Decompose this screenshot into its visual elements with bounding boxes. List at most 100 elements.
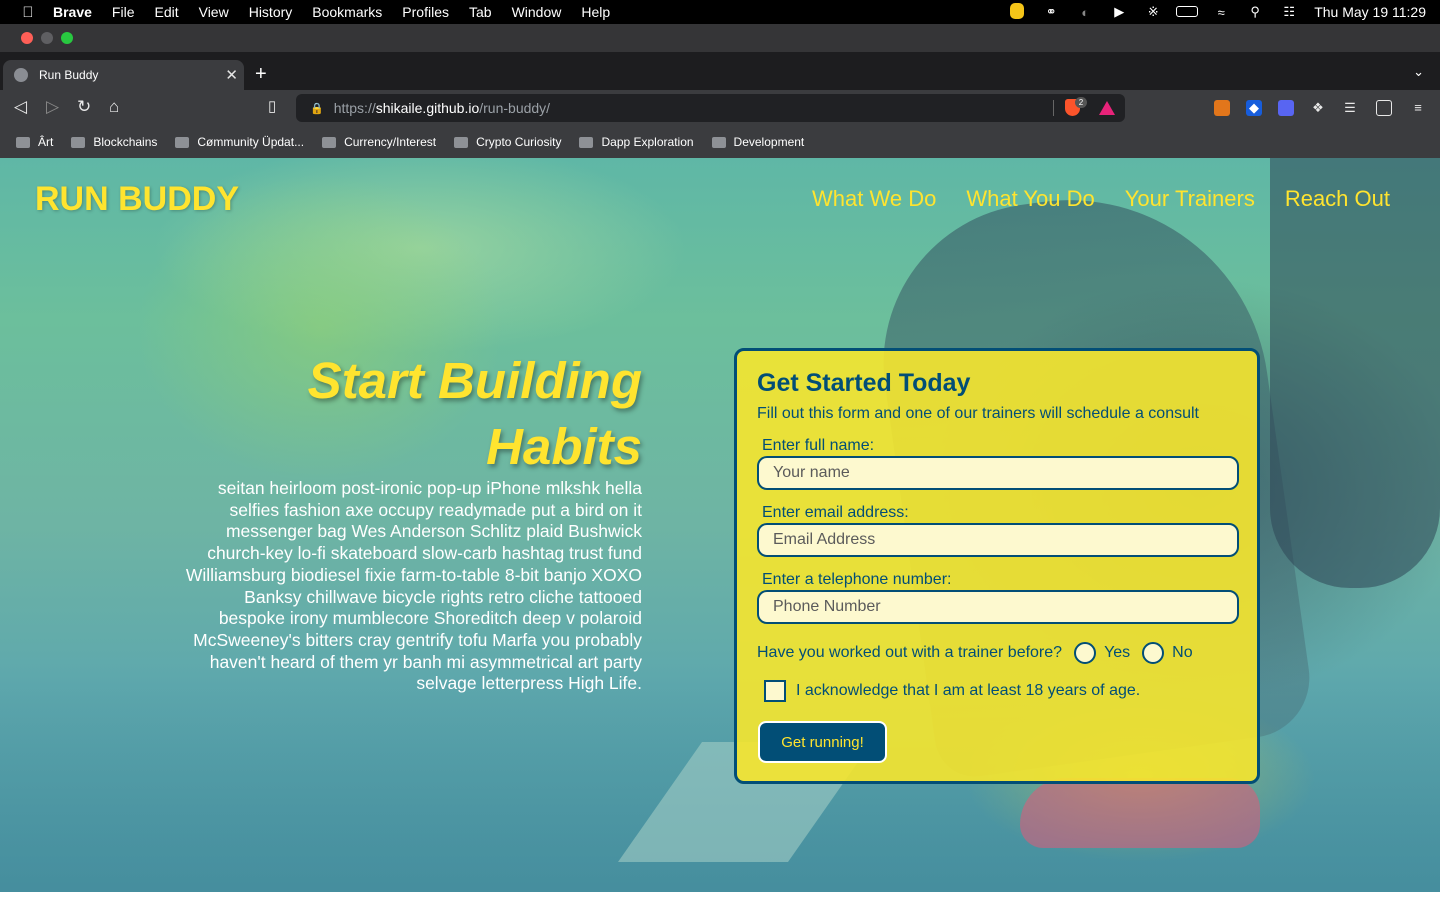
nav-your-trainers[interactable]: Your Trainers bbox=[1125, 186, 1255, 212]
bookmark-label: Ârt bbox=[38, 135, 54, 149]
playlist-icon[interactable]: ☰ bbox=[1342, 100, 1358, 116]
trainer-question: Have you worked out with a trainer befor… bbox=[757, 642, 1193, 664]
bookmark-folder[interactable]: Dapp Exploration bbox=[579, 135, 694, 149]
url-scheme: https:// bbox=[333, 100, 376, 116]
menu-profiles[interactable]: Profiles bbox=[402, 4, 449, 20]
extension-icon[interactable] bbox=[1278, 100, 1294, 116]
home-icon[interactable]: ⌂ bbox=[109, 97, 119, 117]
age-acknowledgement: I acknowledge that I am at least 18 year… bbox=[764, 680, 1140, 702]
trainer-yes-option[interactable]: Yes bbox=[1074, 642, 1130, 664]
menu-bookmarks[interactable]: Bookmarks bbox=[312, 4, 382, 20]
signup-form: Get Started Today Fill out this form and… bbox=[734, 348, 1260, 784]
bookmark-folder[interactable]: Ârt bbox=[16, 135, 53, 149]
bookmark-folder[interactable]: Cømmunity Üpdat... bbox=[175, 135, 304, 149]
bluetooth-icon[interactable]: ※ bbox=[1136, 4, 1170, 20]
folder-icon bbox=[579, 136, 594, 148]
no-radio[interactable] bbox=[1142, 642, 1165, 664]
shield-count-badge: 2 bbox=[1075, 97, 1087, 108]
menu-edit[interactable]: Edit bbox=[154, 4, 178, 20]
hero-text: seitan heirloom post-ironic pop-up iPhon… bbox=[185, 478, 642, 694]
bookmark-icon[interactable]: ▯ bbox=[268, 97, 276, 115]
bookmark-folder[interactable]: Development bbox=[711, 135, 805, 149]
wallet-icon[interactable] bbox=[1376, 100, 1392, 116]
submit-button[interactable]: Get running! bbox=[758, 721, 887, 763]
phone-label: Enter a telephone number: bbox=[762, 571, 952, 588]
battery-icon[interactable] bbox=[1170, 5, 1204, 20]
menu-tab[interactable]: Tab bbox=[469, 4, 492, 20]
name-input[interactable] bbox=[757, 456, 1239, 490]
lock-icon[interactable]: 🔒 bbox=[310, 102, 324, 115]
folder-icon bbox=[16, 136, 30, 148]
forward-icon[interactable]: ▷ bbox=[46, 97, 59, 117]
close-window-button[interactable] bbox=[21, 32, 33, 44]
bookmarks-bar: Ârt Blockchains Cømmunity Üpdat... Curre… bbox=[0, 126, 1440, 158]
yes-radio[interactable] bbox=[1074, 642, 1097, 664]
close-tab-icon[interactable]: ✕ bbox=[225, 66, 238, 84]
bookmark-label: Development bbox=[733, 135, 805, 149]
bookmark-folder[interactable]: Crypto Curiosity bbox=[454, 135, 561, 149]
wifi-icon[interactable]: ≈ bbox=[1204, 5, 1238, 20]
menu-file[interactable]: File bbox=[112, 4, 135, 20]
brave-rewards-icon[interactable] bbox=[1099, 101, 1115, 115]
background-shoe bbox=[1020, 778, 1260, 848]
bookmark-label: Dapp Exploration bbox=[601, 135, 694, 149]
reload-icon[interactable]: ↻ bbox=[77, 97, 91, 117]
puzzle-extensions-icon[interactable]: ❖ bbox=[1310, 100, 1326, 116]
menu-view[interactable]: View bbox=[199, 4, 229, 20]
maximize-window-button[interactable] bbox=[61, 32, 73, 44]
menu-history[interactable]: History bbox=[249, 4, 293, 20]
page-bottom-edge bbox=[0, 892, 1440, 900]
bookmark-folder[interactable]: Currency/Interest bbox=[322, 135, 436, 149]
folder-icon bbox=[454, 136, 469, 148]
metamask-extension-icon[interactable] bbox=[1214, 100, 1230, 116]
spinner-icon[interactable]: ◐ bbox=[1068, 5, 1102, 20]
control-center-icon[interactable]: ☷ bbox=[1272, 4, 1306, 20]
site-logo[interactable]: RUN BUDDY bbox=[35, 180, 239, 219]
email-label: Enter email address: bbox=[762, 504, 909, 521]
address-bar[interactable]: 🔒 https://shikaile.github.io/run-buddy/ … bbox=[296, 94, 1125, 122]
trainer-no-option[interactable]: No bbox=[1142, 642, 1193, 664]
menu-app-name[interactable]: Brave bbox=[53, 4, 92, 20]
folder-icon bbox=[71, 136, 86, 148]
url-path: /run-buddy/ bbox=[479, 100, 551, 116]
name-label: Enter full name: bbox=[762, 437, 875, 454]
status-area: ⚭ ◐ ▶ ※ ≈ ⚲ ☷ Thu May 19 11:29 bbox=[1000, 0, 1426, 24]
site-nav: What We Do What You Do Your Trainers Rea… bbox=[812, 186, 1390, 212]
tab-run-buddy[interactable]: Run Buddy ✕ bbox=[3, 60, 244, 90]
bookmark-label: Crypto Curiosity bbox=[476, 135, 562, 149]
bookmark-folder[interactable]: Blockchains bbox=[71, 135, 157, 149]
nav-what-we-do[interactable]: What We Do bbox=[812, 186, 936, 212]
menu-window[interactable]: Window bbox=[512, 4, 562, 20]
nav-reach-out[interactable]: Reach Out bbox=[1285, 186, 1390, 212]
phone-input[interactable] bbox=[757, 590, 1239, 624]
nav-what-you-do[interactable]: What You Do bbox=[966, 186, 1094, 212]
bookmark-label: Currency/Interest bbox=[344, 135, 437, 149]
apple-menu-icon[interactable]:  bbox=[18, 4, 38, 21]
hero-title: Start Building Habits bbox=[307, 352, 642, 475]
minimize-window-button[interactable] bbox=[41, 32, 53, 44]
bookmark-label: Cømmunity Üpdat... bbox=[197, 135, 305, 149]
macos-menu-bar:  Brave File Edit View History Bookmarks… bbox=[0, 0, 1440, 24]
age-checkbox[interactable] bbox=[764, 680, 786, 702]
vpn-icon[interactable] bbox=[1000, 2, 1034, 22]
search-icon[interactable]: ⚲ bbox=[1238, 4, 1272, 20]
play-icon[interactable]: ▶ bbox=[1102, 4, 1136, 20]
yes-label: Yes bbox=[1104, 644, 1131, 661]
folder-icon bbox=[711, 136, 726, 148]
tab-title: Run Buddy bbox=[39, 68, 99, 82]
no-label: No bbox=[1172, 644, 1193, 661]
url-host: shikaile.github.io bbox=[375, 100, 480, 116]
email-input[interactable] bbox=[757, 523, 1239, 557]
menu-help[interactable]: Help bbox=[581, 4, 610, 20]
globe-icon bbox=[14, 68, 28, 82]
new-tab-button[interactable]: + bbox=[255, 63, 267, 86]
browser-menu-icon[interactable]: ≡ bbox=[1410, 100, 1426, 116]
form-subtitle: Fill out this form and one of our traine… bbox=[757, 405, 1199, 422]
chevron-down-icon[interactable]: ⌄ bbox=[1413, 64, 1424, 80]
creative-cloud-icon[interactable]: ⚭ bbox=[1034, 4, 1068, 20]
menu-clock[interactable]: Thu May 19 11:29 bbox=[1314, 4, 1426, 20]
back-icon[interactable]: ◁ bbox=[14, 97, 27, 117]
bitwarden-extension-icon[interactable]: ◆ bbox=[1246, 100, 1262, 116]
folder-icon bbox=[175, 136, 190, 148]
bookmark-label: Blockchains bbox=[93, 135, 158, 149]
